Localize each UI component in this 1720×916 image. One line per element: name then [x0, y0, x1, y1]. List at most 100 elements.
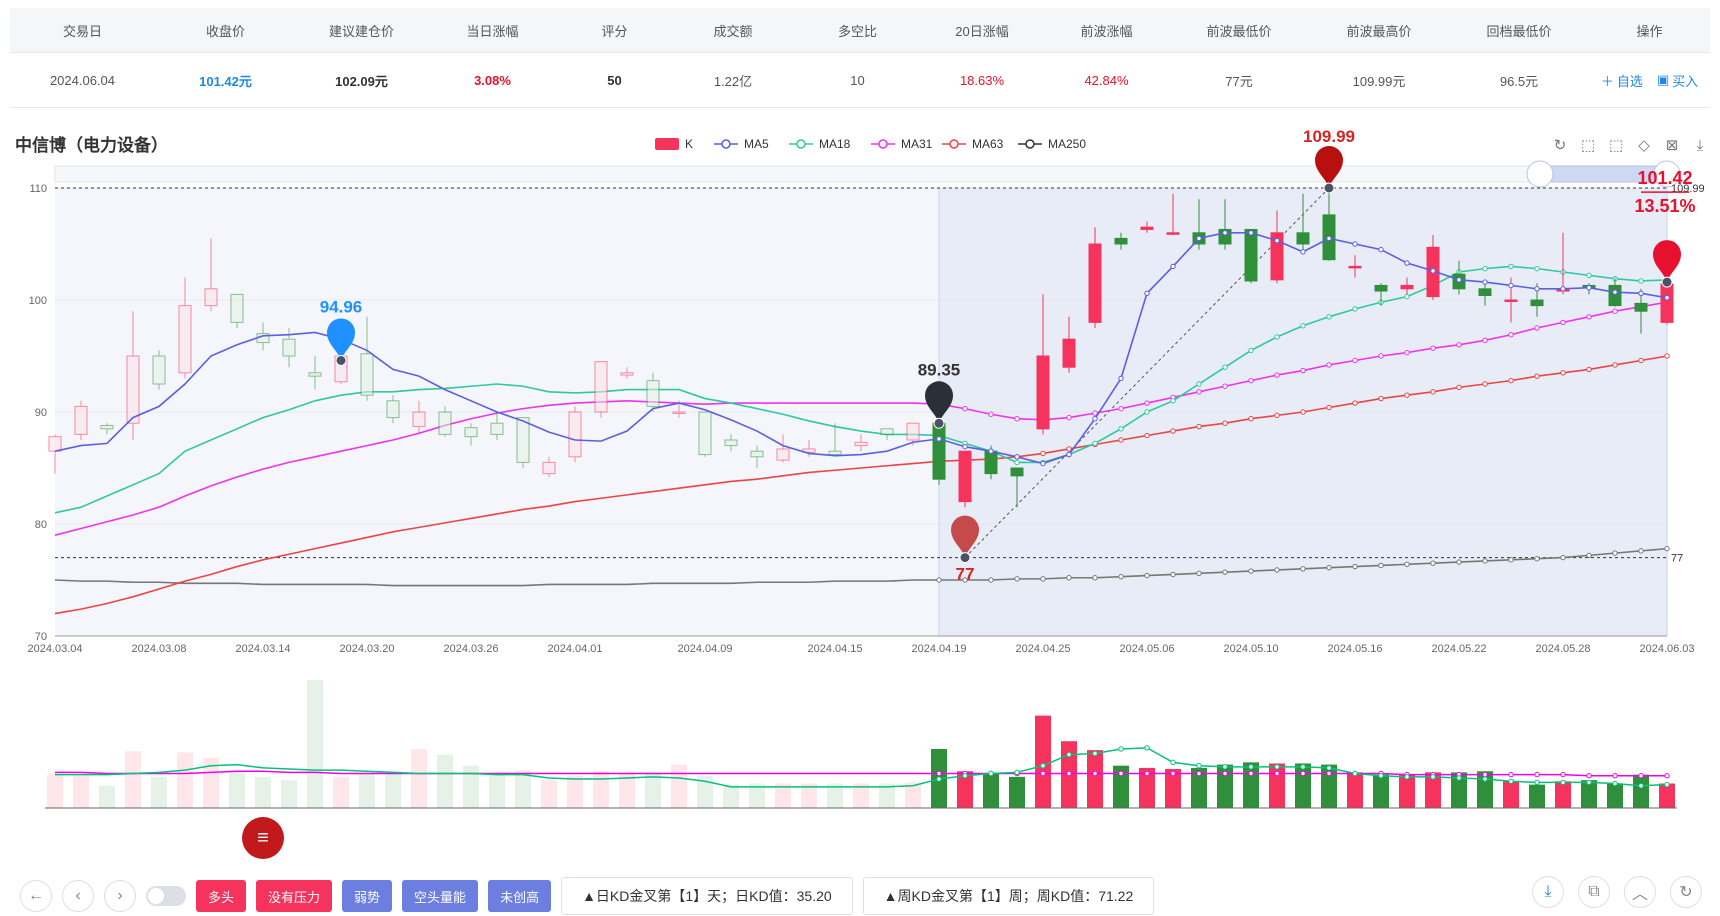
legend-ma18[interactable]: MA18 [789, 137, 851, 151]
candle-body [360, 353, 374, 396]
low-line-label: 77 [1671, 553, 1683, 565]
header-close: 收盘价 [205, 23, 245, 39]
save-image-icon[interactable]: ⤓ [1697, 137, 1704, 154]
volume-ma-line-2-point [1222, 764, 1228, 770]
volume-bar [1087, 750, 1103, 808]
header-ops: 操作 [1636, 23, 1663, 39]
tag-no-new-high[interactable]: 未创高 [488, 880, 552, 912]
volume-ma-line-2-point [1248, 764, 1254, 770]
ma250-line-point [1118, 573, 1124, 580]
stock-chart[interactable]: 70 80 90 100 110 2024.03.04 2024.03.08 2024.03.… [0, 112, 1720, 870]
volume-bar [229, 771, 245, 808]
menu-fab-button[interactable]: ≡ [242, 817, 284, 859]
restore-icon[interactable]: ◇ [1638, 137, 1650, 154]
volume-ma-line-2-point [1456, 775, 1462, 781]
legend-ma63[interactable]: MA63 [942, 137, 1004, 151]
select-icon[interactable]: ⊠ [1666, 137, 1679, 154]
copy-button[interactable]: ⧉ [1578, 876, 1610, 908]
ma63-line-point [1508, 377, 1514, 384]
ma31-line-point [1404, 349, 1410, 356]
refresh-button[interactable]: ↻ [1670, 876, 1702, 908]
zoom-back-icon[interactable]: ⬚ [1609, 137, 1623, 154]
cell-date: 2024.06.04 [49, 72, 116, 88]
back-button[interactable]: ← [20, 880, 52, 912]
tag-no-pressure[interactable]: 没有压力 [256, 880, 333, 912]
data-zoom-handle-left[interactable] [1526, 160, 1554, 188]
header-change: 当日涨幅 [466, 23, 519, 39]
ma5-line-point [1274, 237, 1280, 244]
candle [152, 350, 166, 390]
header-pullback-low: 回档最低价 [1486, 23, 1552, 39]
ma5-line-point [1326, 235, 1332, 242]
volume-bar [151, 776, 167, 808]
ma250-line-point [1300, 566, 1306, 572]
prev-button[interactable]: ‹ [62, 880, 94, 912]
ma18-line-point [1586, 272, 1592, 279]
ma18-line-point [1118, 426, 1124, 432]
candle [74, 400, 88, 440]
volume-ma-line-1-point [1196, 770, 1202, 777]
candle-body [776, 448, 790, 461]
ma63-line-point [1404, 392, 1410, 398]
next-button[interactable]: › [104, 880, 136, 912]
buy-button[interactable]: ▣ 买入 [1657, 71, 1698, 90]
ma18-line-point [1638, 278, 1644, 284]
tag-bull[interactable]: 多头 [196, 880, 247, 912]
download-button[interactable]: ⤓ [1532, 876, 1564, 908]
ma63-line-point [1352, 400, 1358, 406]
add-watchlist-button[interactable]: ＋自选 [1601, 71, 1643, 90]
volume-ma-line-1-point [1612, 773, 1618, 779]
ma18-line-point [1534, 265, 1540, 272]
volume-ma-line-2-point [1638, 783, 1644, 789]
low-marker-dot [959, 552, 971, 564]
ma18-line-point [1274, 334, 1280, 340]
ma5-line-point [1352, 241, 1358, 247]
candle-body [1530, 299, 1544, 307]
legend-ma250[interactable]: MA250 [1018, 137, 1086, 151]
legend-ma5[interactable]: MA5 [714, 137, 769, 151]
right-tools: ⤓ ⧉ ︿ ↻ [1532, 876, 1702, 908]
candle-body [1400, 284, 1414, 290]
ma31-line-point [1508, 332, 1514, 338]
ma250-line-point [1612, 550, 1618, 556]
refresh-icon: ↻ [1679, 884, 1693, 901]
legend-k[interactable]: K [655, 137, 693, 151]
reset-icon[interactable]: ↻ [1554, 137, 1567, 154]
zoom-icon[interactable]: ⬚ [1581, 137, 1595, 154]
ma31-line-point [1144, 400, 1150, 406]
volume-bar [1607, 783, 1623, 808]
candle-body [204, 288, 218, 307]
x-tick-label: 2024.05.10 [1223, 643, 1278, 655]
ma250-line-point [1014, 576, 1020, 582]
ma250-line-point [1456, 559, 1462, 565]
scroll-top-button[interactable]: ︿ [1624, 876, 1656, 908]
volume-ma-line-1-point [1144, 770, 1150, 777]
ma63-line-point [1664, 353, 1670, 359]
ma31-line-point [1612, 308, 1618, 314]
ma250-line-point [1248, 568, 1254, 574]
mode-toggle[interactable] [146, 886, 186, 906]
low-marker-label: 77 [956, 565, 975, 584]
volume-ma-line-2-point [1274, 764, 1280, 770]
ma18-line-point [1248, 347, 1254, 354]
volume-ma-line-1-point [1248, 770, 1254, 777]
legend-label: MA18 [819, 137, 851, 151]
volume-bar [1373, 774, 1389, 808]
arrow-left-icon: ← [28, 887, 44, 904]
legend-label: K [685, 137, 693, 151]
volume-bar [255, 776, 271, 808]
ma31-line-point [1300, 367, 1306, 374]
candle-body [984, 450, 998, 475]
ma63-line-point [1534, 373, 1540, 379]
tag-bear-volume[interactable]: 空头量能 [402, 880, 479, 912]
volume-ma-line-1-point [1066, 770, 1072, 777]
volume-bar [489, 772, 505, 808]
legend-ma31[interactable]: MA31 [871, 137, 933, 151]
candle-body [1114, 237, 1128, 245]
ma63-line-point [1430, 389, 1436, 395]
trade-icon: ▣ [1656, 72, 1670, 87]
tag-weak[interactable]: 弱势 [342, 880, 393, 912]
summary-header-row: 交易日 收盘价 建议建仓价 当日涨幅 评分 成交额 多空比 20日涨幅 前波涨幅… [10, 8, 1710, 53]
x-tick-label: 2024.04.01 [547, 643, 602, 655]
candle-body [568, 411, 582, 458]
